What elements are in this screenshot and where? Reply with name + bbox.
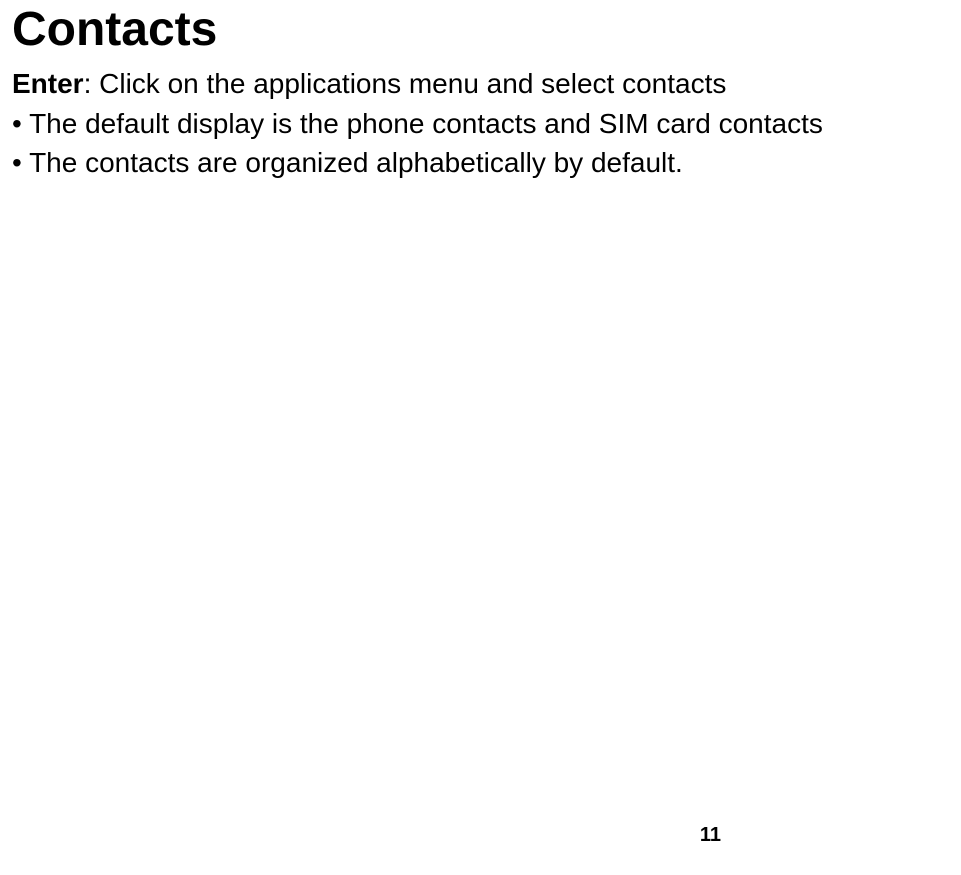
enter-label: Enter: [12, 68, 84, 99]
bullet-item-2: • The contacts are organized alphabetica…: [12, 144, 949, 182]
bullet-item-1: • The default display is the phone conta…: [12, 105, 949, 143]
enter-instruction-text: : Click on the applications menu and sel…: [84, 68, 727, 99]
enter-instruction-line: Enter: Click on the applications menu an…: [12, 65, 949, 103]
page-title: Contacts: [12, 0, 949, 57]
page-number: 11: [700, 824, 721, 847]
